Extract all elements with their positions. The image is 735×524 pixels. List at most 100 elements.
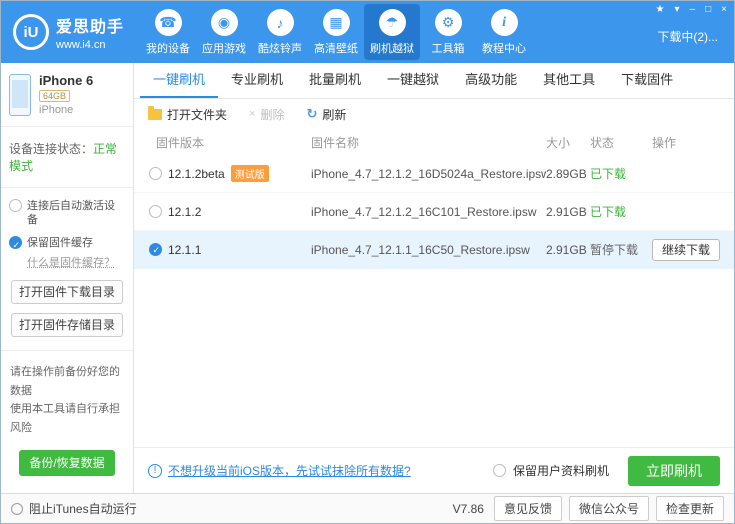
firmware-name: iPhone_4.7_12.1.1_16C50_Restore.ipsw [311,242,530,257]
minimize-button[interactable]: – [690,4,696,15]
tab-one-click-jailbreak[interactable]: 一键越狱 [374,63,452,98]
device-thumbnail [9,73,31,116]
device-capacity-badge: 64GB [39,90,71,102]
firmware-toolbar: 打开文件夹 × 删除 ↻ 刷新 [134,99,734,129]
firmware-size: 2.89GB [546,166,587,181]
keep-user-data-label: 保留用户资料刷机 [512,464,609,478]
keep-cache-label: 保留固件缓存 [27,237,93,249]
version-cell: 12.1.2beta 测试版 [149,165,311,182]
version-cell: 12.1.2 [149,205,311,219]
firmware-row-12-1-2[interactable]: 12.1.2 iPhone_4.7_12.1.2_16C101_Restore.… [134,193,734,231]
nav-label: 刷机越狱 [370,43,415,55]
top-header: iU 爱思助手 www.i4.cn ☎ 我的设备 ◉ 应用游戏 ♪ 酷炫铃声 ▦… [1,1,734,63]
block-itunes-option[interactable]: 阻止iTunes自动运行 [11,500,137,517]
nav-label: 高清壁纸 [314,43,359,55]
open-firmware-download-dir-button[interactable]: 打开固件下载目录 [11,280,123,304]
nav-label: 酷炫铃声 [258,43,303,55]
window-controls: ★ ▾ – □ × [656,4,727,15]
tab-one-click-flash[interactable]: 一键刷机 [140,63,219,98]
flash-actions: 保留用户资料刷机 立即刷机 [492,455,720,486]
tutorial-icon: i [490,9,518,36]
app-title: 爱思助手 [56,19,125,36]
keep-cache-checkbox[interactable] [9,236,22,252]
device-type: iPhone [39,104,74,116]
open-folder-button[interactable]: 打开文件夹 [148,105,228,123]
nav-toolbox[interactable]: ⚙ 工具箱 [420,4,476,60]
firmware-radio[interactable] [149,167,162,180]
auto-activate-label: 连接后自动激活设备 [27,200,115,226]
auto-activate-option[interactable]: 连接后自动激活设备 [9,199,125,227]
feedback-button[interactable]: 意见反馈 [493,496,562,521]
firmware-row-12-1-1[interactable]: 12.1.1 iPhone_4.7_12.1.1_16C50_Restore.i… [134,231,734,269]
apps-icon: ◉ [210,9,238,36]
warning-line-2: 使用本工具请自行承担风险 [10,403,120,435]
open-folder-label: 打开文件夹 [167,107,228,122]
app-window: iU 爱思助手 www.i4.cn ☎ 我的设备 ◉ 应用游戏 ♪ 酷炫铃声 ▦… [0,0,735,524]
version-text: V7.86 [452,501,484,516]
main-content: 一键刷机 专业刷机 批量刷机 一键越狱 高级功能 其他工具 下载固件 打开文件夹… [134,63,734,493]
open-firmware-storage-dir-button[interactable]: 打开固件存储目录 [11,313,123,337]
firmware-status: 已下载 [590,167,627,181]
erase-data-tip-link[interactable]: ! 不想升级当前iOS版本，先试试抹除所有数据? [148,462,411,479]
continue-download-button[interactable]: 继续下载 [652,239,721,261]
logo-text: 爱思助手 www.i4.cn [56,13,124,51]
auto-activate-radio[interactable] [9,199,22,212]
app-logo: iU 爱思助手 www.i4.cn [13,13,124,51]
tab-batch-flash[interactable]: 批量刷机 [296,63,374,98]
firmware-version: 12.1.1 [168,242,202,257]
firmware-size: 2.91GB [546,242,587,257]
flash-now-button[interactable]: 立即刷机 [628,455,720,486]
nav-flash-jailbreak[interactable]: ☂ 刷机越狱 [364,4,421,60]
device-info: iPhone 6 64GB iPhone [39,73,93,116]
nav-wallpapers[interactable]: ▦ 高清壁纸 [308,4,364,60]
firmware-radio-selected[interactable] [149,243,162,256]
download-status[interactable]: 下载中(2)... [657,28,718,45]
tab-pro-flash[interactable]: 专业刷机 [218,63,296,98]
col-firmware-name: 固件名称 [311,135,360,150]
firmware-status: 已下载 [590,205,627,219]
flash-footer: ! 不想升级当前iOS版本，先试试抹除所有数据? 保留用户资料刷机 立即刷机 [134,447,734,493]
firmware-row-12-1-2beta[interactable]: 12.1.2beta 测试版 iPhone_4.7_12.1.2_16D5024… [134,155,734,193]
delete-button[interactable]: × 删除 [249,106,284,123]
tab-advanced[interactable]: 高级功能 [452,63,530,98]
check-update-button[interactable]: 检查更新 [655,496,724,521]
empty-space [134,269,734,447]
tab-other-tools[interactable]: 其他工具 [530,63,608,98]
nav-my-device[interactable]: ☎ 我的设备 [140,4,196,60]
ringtone-icon: ♪ [266,9,294,36]
nav-tutorials[interactable]: i 教程中心 [476,4,532,60]
device-card: iPhone 6 64GB iPhone [1,63,133,127]
delete-label: 删除 [260,107,285,122]
keep-user-data-radio[interactable] [492,464,506,477]
warning-line-1: 请在操作前备份好您的数据 [10,366,120,397]
tab-download-firmware[interactable]: 下载固件 [608,63,686,98]
nav-label: 应用游戏 [202,43,247,55]
nav-ringtones[interactable]: ♪ 酷炫铃声 [252,4,308,60]
nav-apps-games[interactable]: ◉ 应用游戏 [196,4,252,60]
firmware-size: 2.91GB [546,204,587,219]
skin-icon[interactable]: ▾ [675,4,680,15]
logo-icon: iU [13,14,49,50]
beta-badge: 测试版 [230,165,269,182]
app-url: www.i4.cn [56,39,106,51]
firmware-status: 暂停下载 [590,243,639,257]
connection-status: 设备连接状态：正常模式 [1,127,133,188]
wechat-account-button[interactable]: 微信公众号 [568,496,649,521]
backup-restore-button[interactable]: 备份/恢复数据 [19,449,115,476]
maximize-button[interactable]: □ [705,4,711,15]
close-button[interactable]: × [721,4,727,15]
tip-link-text: 不想升级当前iOS版本，先试试抹除所有数据? [168,464,411,478]
firmware-version: 12.1.2 [168,204,202,219]
device-name: iPhone 6 [39,73,94,88]
device-icon: ☎ [154,9,182,36]
info-icon: ! [148,463,162,478]
keep-cache-option[interactable]: 保留固件缓存 [9,236,125,252]
cache-help-link[interactable]: 什么是固件缓存？ [27,254,125,270]
wallpaper-icon: ▦ [322,9,350,36]
firmware-radio[interactable] [149,205,162,218]
connection-status-label: 设备连接状态： [9,142,94,156]
gift-icon[interactable]: ★ [656,4,665,15]
block-itunes-radio[interactable] [11,502,23,515]
flash-tabs: 一键刷机 专业刷机 批量刷机 一键越狱 高级功能 其他工具 下载固件 [134,63,734,99]
refresh-button[interactable]: ↻ 刷新 [306,106,346,123]
